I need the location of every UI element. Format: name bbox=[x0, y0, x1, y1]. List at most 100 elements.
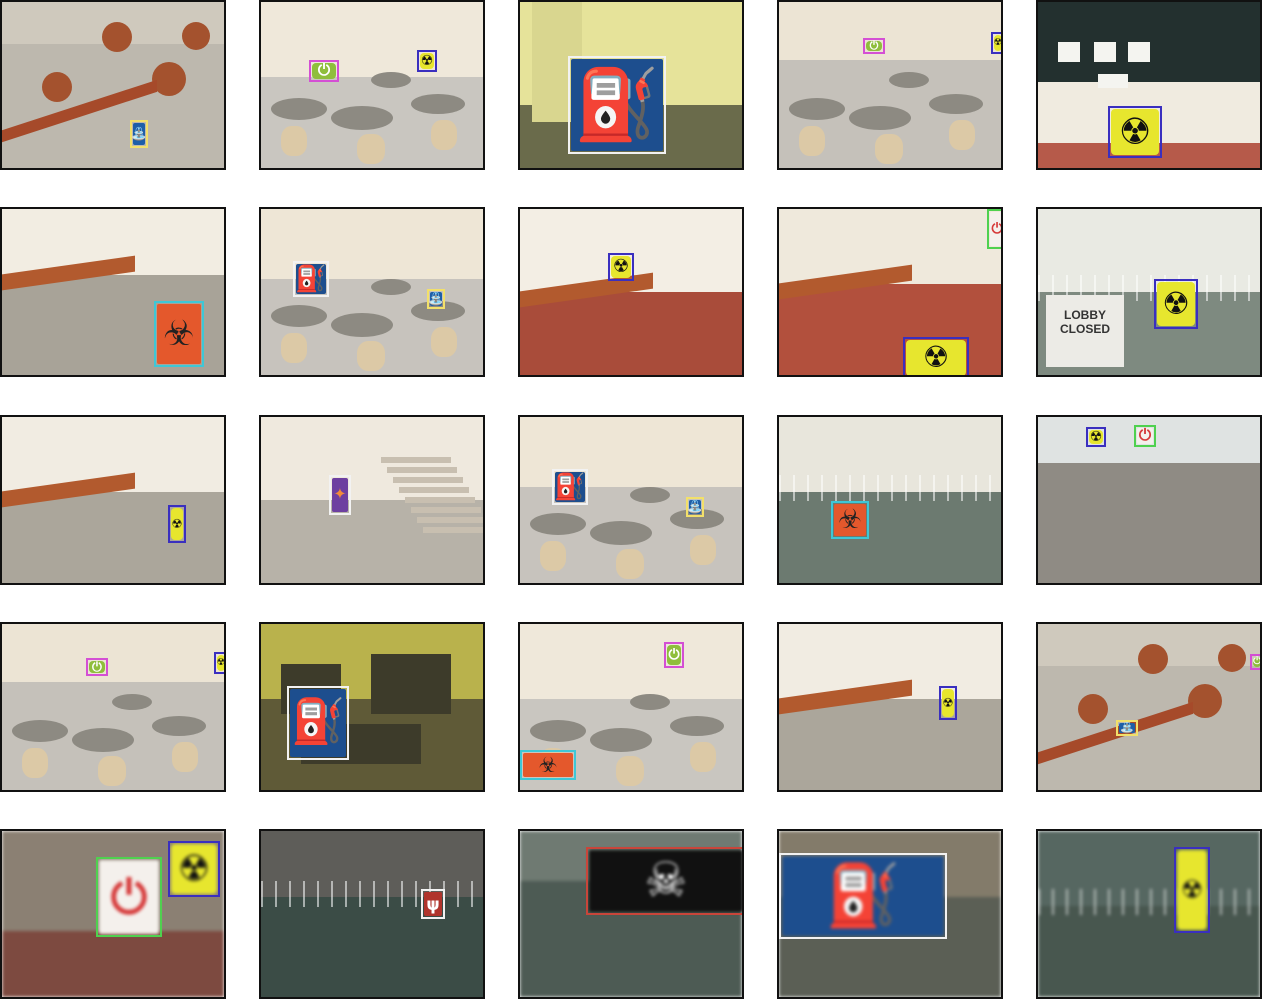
grid-image-4: ⏻ ☢ bbox=[777, 0, 1003, 170]
grid-image-22: ψ bbox=[259, 829, 485, 999]
scene-floor bbox=[779, 491, 1001, 583]
chair bbox=[281, 333, 307, 363]
detection-box bbox=[779, 853, 947, 939]
detection-box bbox=[1174, 847, 1210, 933]
table bbox=[102, 22, 132, 52]
table bbox=[72, 728, 134, 752]
table bbox=[271, 305, 327, 327]
scene-wall bbox=[2, 624, 224, 683]
scene-wall bbox=[779, 2, 1001, 61]
grid-image-20: ⛲ ⏻ bbox=[1036, 622, 1262, 792]
grid-image-8: ☢ bbox=[518, 207, 744, 377]
grid-image-18: ⏻ ☣ bbox=[518, 622, 744, 792]
detection-box bbox=[991, 32, 1001, 54]
detection-box bbox=[417, 50, 437, 72]
table bbox=[630, 487, 670, 503]
grid-image-12: ✦ bbox=[259, 415, 485, 585]
table bbox=[530, 513, 586, 535]
detection-box bbox=[686, 497, 704, 517]
detection-box bbox=[293, 261, 329, 297]
detection-box bbox=[86, 658, 108, 676]
lobby-closed-sign: LOBBY CLOSED bbox=[1046, 295, 1124, 367]
chair bbox=[357, 134, 385, 164]
table bbox=[112, 694, 152, 710]
detection-box bbox=[1134, 425, 1156, 447]
stair-step bbox=[423, 527, 483, 533]
chair bbox=[431, 120, 457, 150]
table bbox=[1078, 694, 1108, 724]
chair bbox=[616, 756, 644, 786]
grid-image-9: ☢ ⏻ bbox=[777, 207, 1003, 377]
detection-box bbox=[520, 750, 576, 780]
scene-background bbox=[2, 417, 224, 583]
detection-box bbox=[831, 501, 869, 539]
scene-background bbox=[1038, 624, 1260, 790]
table bbox=[590, 728, 652, 752]
sign-text-line: LOBBY bbox=[1064, 308, 1106, 322]
image-grid: ⛲ ⏻ ☢ ⛽ ⏻ ☢ ☢ ☣ ⛽ ⛲ ☢ ☢ ⏻ ☢ LOBBY CLOSED ☢ ✦ ⛽ ⛲ ☣ ☢ ⏻ ⏻ ☢ ⛽ ⏻ ☣ ☢ ⛲ ⏻… bbox=[0, 0, 1264, 999]
detection-box bbox=[1108, 106, 1162, 158]
posted-paper bbox=[1058, 42, 1080, 62]
table bbox=[152, 716, 206, 736]
detection-box bbox=[1154, 279, 1198, 329]
scene-background bbox=[261, 2, 483, 168]
detection-box bbox=[608, 253, 634, 281]
detection-box bbox=[421, 889, 445, 919]
table bbox=[411, 94, 465, 114]
grid-image-24: ⛽ bbox=[777, 829, 1003, 999]
chair bbox=[616, 549, 644, 579]
detection-box bbox=[287, 686, 349, 760]
detection-box bbox=[214, 652, 224, 674]
net bbox=[1038, 889, 1260, 916]
grid-image-5: ☢ bbox=[1036, 0, 1262, 170]
scene-floor bbox=[1038, 905, 1260, 997]
grid-image-13: ⛽ ⛲ bbox=[518, 415, 744, 585]
detection-box bbox=[552, 469, 588, 505]
scene-floor bbox=[1038, 463, 1260, 583]
scene-wall bbox=[520, 624, 742, 699]
table bbox=[929, 94, 983, 114]
detection-box bbox=[1250, 654, 1260, 670]
detection-box bbox=[154, 301, 204, 367]
detection-box bbox=[130, 120, 148, 148]
stair-step bbox=[405, 497, 475, 503]
posted-paper bbox=[1128, 42, 1150, 62]
chair bbox=[540, 541, 566, 571]
grid-image-6: ☣ bbox=[0, 207, 226, 377]
posted-paper bbox=[1094, 42, 1116, 62]
scene-floor bbox=[261, 897, 483, 997]
detection-box bbox=[1086, 427, 1106, 447]
grid-image-17: ⛽ bbox=[259, 622, 485, 792]
grid-image-7: ⛽ ⛲ bbox=[259, 207, 485, 377]
chair bbox=[799, 126, 825, 156]
table bbox=[630, 694, 670, 710]
sign-text-line: CLOSED bbox=[1059, 321, 1110, 336]
detection-box bbox=[168, 841, 220, 897]
scene-wall bbox=[261, 2, 483, 77]
grid-image-19: ☢ bbox=[777, 622, 1003, 792]
chair bbox=[22, 748, 48, 778]
stair-step bbox=[417, 517, 483, 523]
scene-background bbox=[2, 624, 224, 790]
table bbox=[371, 279, 411, 295]
scene-background bbox=[779, 2, 1001, 168]
posted-paper bbox=[1098, 74, 1128, 88]
table bbox=[670, 716, 724, 736]
lab-equipment bbox=[371, 654, 451, 714]
grid-image-10: ☢ LOBBY CLOSED bbox=[1036, 207, 1262, 377]
table bbox=[371, 72, 411, 88]
scene-background bbox=[261, 417, 483, 583]
chair bbox=[690, 535, 716, 565]
detection-box bbox=[664, 642, 684, 668]
table bbox=[1218, 644, 1246, 672]
detection-box bbox=[427, 289, 445, 309]
table bbox=[12, 720, 68, 742]
chair bbox=[172, 742, 198, 772]
detection-box bbox=[168, 505, 186, 543]
table bbox=[182, 22, 210, 50]
detection-box bbox=[863, 38, 885, 54]
scene-background bbox=[779, 417, 1001, 583]
chair bbox=[357, 341, 385, 371]
scene-floor bbox=[520, 292, 742, 375]
detection-box bbox=[96, 857, 162, 937]
